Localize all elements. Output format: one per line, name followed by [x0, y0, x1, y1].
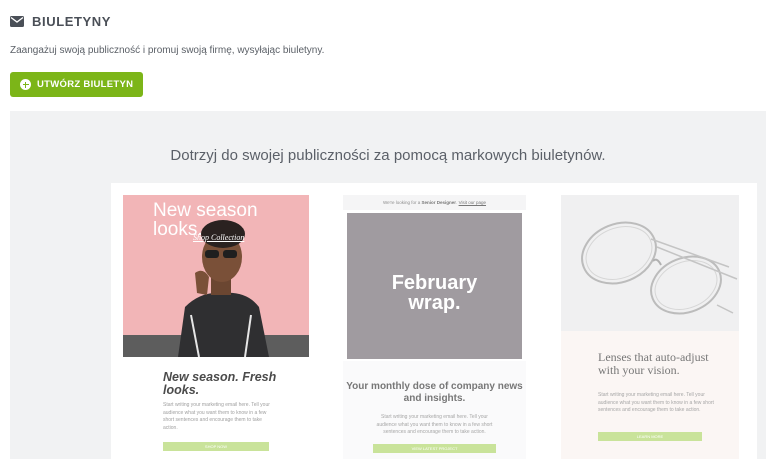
topbar-link: Visit our page	[458, 200, 487, 205]
create-newsletter-button[interactable]: UTWÓRZ BIULETYN	[10, 72, 144, 97]
topbar-prefix: We're looking for a	[382, 200, 421, 205]
fashion-cta: SHOP NOW	[163, 442, 269, 451]
company-news-heading: Your monthly dose of company news and in…	[346, 381, 523, 404]
eyewear-cta: LEARN MORE	[598, 432, 702, 441]
fashion-hero-link: Shop Collection	[193, 233, 245, 242]
eyewear-hero-image	[561, 195, 739, 331]
envelope-icon	[10, 16, 24, 27]
template-card-eyewear[interactable]: Lenses that auto-adjust with your vision…	[561, 195, 751, 459]
promo-panel: Dotrzyj do swojej publiczności za pomocą…	[10, 111, 766, 459]
page-description: Zaangażuj swoją publiczność i promuj swo…	[10, 45, 325, 56]
page-title: BIULETYNY	[32, 14, 112, 29]
company-news-hero: February wrap.	[347, 213, 522, 359]
topbar-role: Senior Designer	[421, 200, 457, 205]
template-card-company-news[interactable]: We're looking for a Senior Designer. Vis…	[343, 195, 533, 459]
section-header: BIULETYNY	[10, 14, 111, 29]
eyewear-heading: Lenses that auto-adjust with your vision…	[598, 350, 709, 377]
eyewear-body: Start writing your marketing email here.…	[598, 392, 714, 413]
company-news-body: Start writing your marketing email here.…	[376, 414, 493, 435]
promo-title: Dotrzyj do swojej publiczności za pomocą…	[170, 147, 606, 164]
plus-circle-icon	[20, 79, 31, 90]
fashion-heading: New season. Fresh looks.	[163, 370, 277, 398]
glasses-image	[581, 221, 738, 315]
company-news-hero-heading: February wrap.	[391, 272, 478, 314]
fashion-hero-image: New season looks. Shop Collection	[123, 195, 309, 357]
fashion-body: Start writing your marketing email here.…	[163, 402, 270, 431]
template-gallery: New season looks. Shop Collection New se…	[111, 183, 757, 459]
company-news-topbar: We're looking for a Senior Designer. Vis…	[343, 195, 526, 210]
template-card-fashion[interactable]: New season looks. Shop Collection New se…	[123, 195, 313, 459]
company-news-cta: VIEW LATEST PROJECT	[373, 444, 496, 453]
create-newsletter-label: UTWÓRZ BIULETYN	[37, 79, 134, 90]
